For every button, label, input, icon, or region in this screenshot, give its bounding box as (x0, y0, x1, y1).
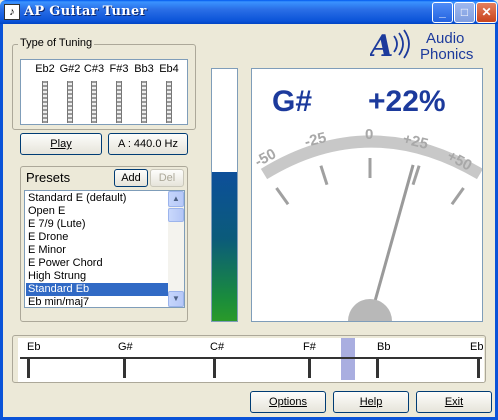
a-frequency-button[interactable]: A : 440.0 Hz (108, 133, 188, 155)
string-4[interactable]: F#3 (107, 63, 131, 123)
presets-list[interactable]: Standard E (default) Open E E 7/9 (Lute)… (24, 190, 185, 308)
exit-label: Exit (444, 396, 464, 408)
cents-readout: +22% (368, 85, 446, 118)
note-bar-graphic: Eb G# C# F# Bb Eb (20, 336, 483, 380)
list-item[interactable]: E Minor (26, 244, 168, 257)
audio-phonics-logo: A Audio Phonics (367, 28, 482, 64)
options-label: Options (269, 396, 307, 408)
note-bar-tick (477, 358, 480, 378)
list-item[interactable]: Eb min/maj7 (26, 296, 168, 307)
meter-tick (411, 165, 421, 186)
string-line (91, 81, 97, 123)
needle-hub (348, 299, 392, 321)
detected-note: G# (272, 85, 312, 118)
scroll-down-icon[interactable]: ▼ (168, 291, 184, 307)
list-item[interactable]: High Strung (26, 270, 168, 283)
presets-scrollbar[interactable]: ▲ ▼ (168, 191, 184, 307)
add-preset-button[interactable]: Add (114, 169, 148, 187)
app-icon: ♪ (4, 4, 20, 20)
string-line (42, 81, 48, 123)
input-level-meter (211, 68, 238, 322)
string-label: Eb2 (35, 63, 55, 75)
tuning-group-label: Type of Tuning (18, 37, 95, 49)
string-1[interactable]: Eb2 (33, 63, 57, 123)
list-item[interactable]: Open E (26, 205, 168, 218)
svg-text:A: A (370, 29, 393, 64)
tuning-meter: G# +22% -50 -25 0 +25 +50 (251, 68, 483, 322)
note-bar-tick (123, 358, 126, 378)
list-item[interactable]: Standard E (default) (26, 192, 168, 205)
scroll-thumb[interactable] (168, 208, 184, 222)
string-label: F#3 (109, 63, 129, 75)
list-item[interactable]: E 7/9 (Lute) (26, 218, 168, 231)
note-bar-tick (213, 358, 216, 378)
list-item-selected[interactable]: Standard Eb (26, 283, 168, 296)
delete-preset-button[interactable]: Del (150, 169, 184, 187)
note-bar-label: G# (118, 341, 134, 353)
string-label: Bb3 (134, 63, 154, 75)
note-bar-tick (27, 358, 30, 378)
note-bar-label: Eb (470, 341, 483, 353)
note-bar-label: C# (210, 341, 225, 353)
exit-button[interactable]: Exit (416, 391, 492, 413)
a-frequency-label: A : 440.0 Hz (118, 138, 178, 150)
scale-label: 0 (365, 126, 373, 143)
note-position-bar: Eb G# C# F# Bb Eb (18, 336, 484, 382)
strings-panel: Eb2 G#2 C#3 F#3 Bb3 Eb4 (20, 59, 188, 125)
list-item[interactable]: E Drone (26, 231, 168, 244)
string-label: C#3 (83, 63, 105, 75)
string-6[interactable]: Eb4 (157, 63, 181, 123)
logo-graphic: A Audio Phonics (367, 29, 473, 64)
scroll-up-icon[interactable]: ▲ (168, 191, 184, 207)
string-label: Eb4 (159, 63, 179, 75)
string-3[interactable]: C#3 (82, 63, 106, 123)
play-button-label: Play (50, 138, 72, 150)
meter-tick (275, 187, 290, 206)
window-title: AP Guitar Tuner (24, 4, 147, 19)
string-line (116, 81, 122, 123)
string-2[interactable]: G#2 (58, 63, 82, 123)
input-level-fill (212, 172, 237, 321)
string-5[interactable]: Bb3 (132, 63, 156, 123)
maximize-button[interactable]: □ (454, 2, 475, 23)
note-bar-tick (308, 358, 311, 378)
note-bar-label: Eb (27, 341, 40, 353)
meter-ticks (275, 158, 465, 206)
options-button[interactable]: Options (250, 391, 326, 413)
play-button[interactable]: Play (20, 133, 102, 155)
string-line (166, 81, 172, 123)
minimize-button[interactable]: _ (432, 2, 453, 23)
help-button[interactable]: Help (333, 391, 409, 413)
close-button[interactable]: ✕ (476, 2, 497, 23)
list-item[interactable]: E Power Chord (26, 257, 168, 270)
help-label: Help (359, 396, 383, 408)
meter-needle (368, 164, 415, 320)
string-line (67, 81, 73, 123)
presets-label: Presets (26, 170, 71, 185)
meter-tick (319, 165, 329, 186)
logo-line-2: Phonics (420, 46, 473, 63)
tuning-meter-graphic: G# +22% -50 -25 0 +25 +50 (252, 85, 482, 321)
title-bar: ♪ AP Guitar Tuner _ □ ✕ (0, 0, 498, 24)
logo-line-1: Audio (426, 30, 464, 47)
delete-preset-label: Del (158, 172, 176, 184)
note-bar-label: F# (303, 341, 317, 353)
string-label: G#2 (59, 63, 81, 75)
string-line (141, 81, 147, 123)
note-bar-label: Bb (377, 341, 390, 353)
note-bar-tick (376, 358, 379, 378)
meter-tick (450, 187, 465, 206)
add-preset-label: Add (121, 172, 141, 184)
